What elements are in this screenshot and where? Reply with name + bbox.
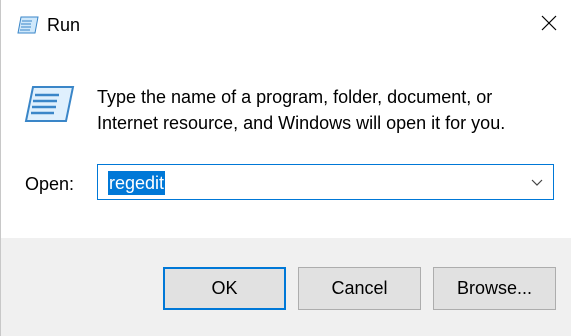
cancel-button[interactable]: Cancel: [298, 267, 421, 310]
chevron-down-icon[interactable]: [527, 173, 547, 193]
browse-button[interactable]: Browse...: [433, 267, 556, 310]
description-line-2: Internet resource, and Windows will open…: [97, 113, 506, 133]
description-text: Type the name of a program, folder, docu…: [97, 84, 557, 136]
run-icon: [17, 16, 39, 34]
open-label: Open:: [25, 174, 75, 194]
close-icon: [541, 15, 557, 36]
open-combobox[interactable]: regedit: [97, 164, 554, 200]
window-title: Run: [47, 15, 81, 35]
title-bar[interactable]: Run: [1, 0, 571, 50]
description-line-1: Type the name of a program, folder, docu…: [97, 87, 493, 107]
ok-button[interactable]: OK: [163, 267, 286, 310]
button-bar: OK Cancel Browse...: [1, 238, 571, 336]
open-input[interactable]: regedit: [108, 171, 166, 195]
run-icon: [23, 84, 75, 124]
close-button[interactable]: [526, 0, 571, 50]
run-dialog: Run Type the name of a program, folder, …: [0, 0, 571, 336]
